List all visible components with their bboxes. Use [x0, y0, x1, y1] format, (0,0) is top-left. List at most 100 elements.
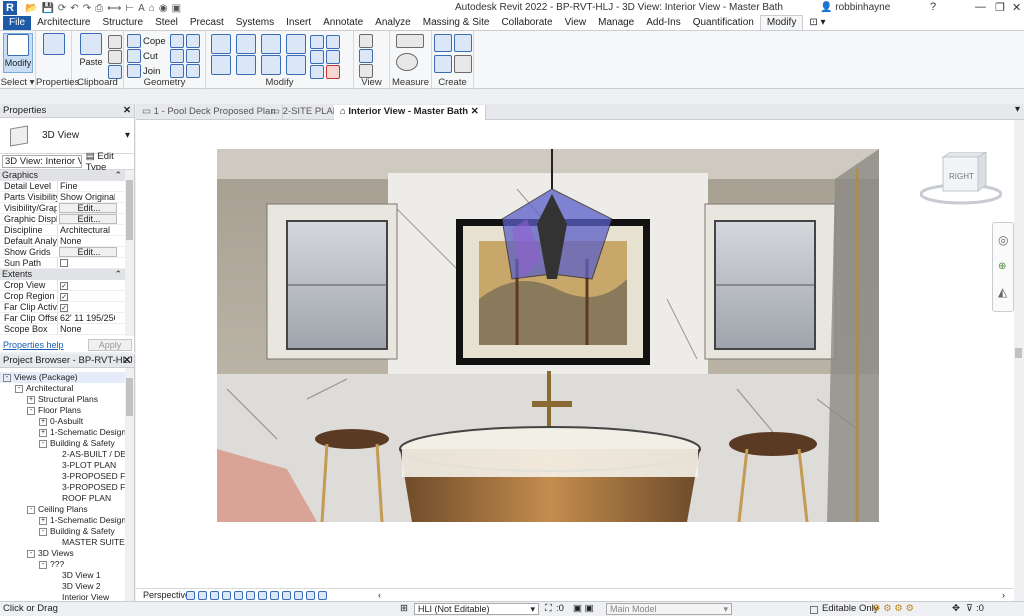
create-assembly-button[interactable] — [434, 34, 472, 52]
sync-icon[interactable]: ⟳ — [58, 3, 66, 14]
tree-node[interactable]: + Structural Plans — [0, 394, 125, 405]
tab-steel[interactable]: Steel — [149, 16, 184, 30]
tree-node[interactable]: - Building & Safety — [0, 438, 125, 449]
tabs-close-icon[interactable]: ▾ — [1015, 104, 1020, 115]
text-icon[interactable]: A — [138, 3, 145, 14]
measure-icon[interactable]: ⟷ — [107, 3, 121, 14]
tree-node[interactable]: 3-PLOT PLAN — [0, 460, 125, 471]
select-panel-label[interactable]: Select ▾ — [0, 77, 35, 88]
mirror-pick-button[interactable] — [261, 34, 281, 54]
tab-insert[interactable]: Insert — [280, 16, 317, 30]
editable-only-checkbox[interactable] — [810, 606, 818, 614]
help-icon[interactable]: ? — [930, 1, 936, 13]
viewcube-face[interactable]: RIGHT — [949, 172, 974, 181]
rendering-icon[interactable] — [222, 591, 231, 600]
cut-button[interactable]: Cut — [127, 49, 158, 63]
tree-node[interactable]: 3-PROPOSED FLO — [0, 471, 125, 482]
graphics-section[interactable]: Graphics ⌃ — [0, 170, 134, 181]
reveal-hidden-icon[interactable] — [282, 591, 291, 600]
properties-help-link[interactable]: Properties help — [0, 340, 64, 350]
split-button[interactable] — [310, 35, 340, 49]
design-option-dropdown[interactable]: Main Model ▾ — [606, 603, 732, 615]
steering-wheel-icon[interactable]: ◎ — [998, 233, 1008, 247]
tab-annotate[interactable]: Annotate — [317, 16, 369, 30]
collapse-icon[interactable]: - — [39, 439, 47, 448]
close-icon[interactable]: ✕ — [123, 354, 131, 368]
open-icon[interactable]: 📂 — [25, 3, 37, 14]
tree-node[interactable]: ROOF PLAN — [0, 493, 125, 504]
tab-precast[interactable]: Precast — [184, 16, 230, 30]
print-icon[interactable]: ⎙ — [95, 3, 103, 14]
align-button[interactable] — [211, 34, 231, 54]
crop-icon[interactable] — [234, 591, 243, 600]
copy-clip-button[interactable] — [108, 50, 122, 64]
rendered-3d-view[interactable] — [217, 149, 879, 522]
property-checkbox[interactable]: ✓ — [60, 282, 68, 290]
tab-analyze[interactable]: Analyze — [369, 16, 417, 30]
redo-icon[interactable]: ↷ — [83, 3, 91, 14]
linework-button[interactable] — [359, 64, 373, 78]
tab-systems[interactable]: Systems — [230, 16, 280, 30]
revit-logo[interactable]: R — [3, 1, 17, 15]
zoom-icon[interactable]: ⊕ — [998, 261, 1006, 272]
expand-icon[interactable]: + — [39, 428, 47, 437]
close-icon[interactable]: ✕ — [468, 106, 479, 117]
temp-hide-icon[interactable] — [270, 591, 279, 600]
tab-view[interactable]: View — [559, 16, 593, 30]
paste-button[interactable]: Paste — [76, 33, 106, 73]
undo-icon[interactable]: ↶ — [70, 3, 78, 14]
tree-node[interactable]: +1-Schematic Design — [0, 427, 125, 438]
tree-node[interactable]: 3D View 1 — [0, 570, 125, 581]
chevron-down-icon[interactable]: ▾ — [125, 130, 130, 141]
collapse-icon[interactable]: - — [39, 560, 47, 569]
mirror-draw-button[interactable] — [286, 34, 306, 54]
filter-icon[interactable]: ⊽ — [966, 602, 973, 616]
expand-icon[interactable]: + — [39, 417, 47, 426]
move-button[interactable] — [211, 55, 231, 75]
view-tab[interactable]: ⌂ Interior View - Master Bath ✕ — [334, 105, 486, 120]
property-checkbox[interactable]: ✓ — [60, 304, 68, 312]
tab-file[interactable]: File — [3, 16, 32, 30]
properties-button[interactable] — [39, 33, 69, 73]
property-value[interactable]: None — [57, 236, 115, 246]
property-value[interactable]: Fine — [57, 181, 115, 191]
user-account[interactable]: 👤 robbinhayne — [820, 2, 890, 13]
drag-elements-icon[interactable]: ✥ — [952, 602, 960, 616]
tree-node[interactable]: MASTER SUITE RCI — [0, 537, 125, 548]
sun-icon[interactable] — [198, 591, 207, 600]
close-hidden-icon[interactable]: ▣ — [172, 3, 181, 14]
property-edit-button[interactable]: Edit... — [59, 214, 117, 224]
offset-button[interactable] — [236, 34, 256, 54]
expand-icon[interactable]: + — [39, 516, 47, 525]
viewcube[interactable]: RIGHT — [919, 151, 1003, 207]
tree-node[interactable]: +1-Schematic Design — [0, 515, 125, 526]
collapse-icon[interactable]: - — [39, 527, 47, 536]
look-icon[interactable]: ◭ — [998, 285, 1007, 299]
tree-node[interactable]: - Floor Plans — [0, 405, 125, 416]
tab-add-ins[interactable]: Add-Ins — [640, 16, 686, 30]
property-value[interactable]: Show Original — [57, 192, 115, 202]
tree-node[interactable]: -??? — [0, 559, 125, 570]
create-group-button[interactable] — [434, 55, 472, 73]
tab-modify[interactable]: Modify — [759, 15, 804, 30]
property-edit-button[interactable]: Edit... — [59, 203, 117, 213]
tree-node[interactable]: +0-Asbuilt — [0, 416, 125, 427]
tree-node[interactable]: 3D View 2 — [0, 581, 125, 592]
property-edit-button[interactable]: Edit... — [59, 247, 117, 257]
section-icon[interactable]: ◉ — [159, 3, 168, 14]
paint-button[interactable] — [170, 49, 200, 63]
save-icon[interactable]: 💾 — [41, 3, 53, 14]
property-value[interactable]: Architectural — [57, 225, 115, 235]
join-button[interactable]: Join — [127, 64, 160, 78]
modify-button[interactable]: Modify — [3, 33, 33, 73]
highlight-icon[interactable] — [318, 591, 327, 600]
selection-options-icons[interactable]: ⚙ ⚙ ⚙ ⚙ — [872, 602, 914, 616]
collapse-icon[interactable]: - — [27, 549, 35, 558]
trim-button[interactable] — [286, 55, 306, 75]
expand-icon[interactable]: + — [27, 395, 35, 404]
view-tab[interactable]: ▭ 1 - Pool Deck Proposed Plan — [136, 105, 283, 120]
properties-scrollbar[interactable] — [125, 170, 134, 336]
dimension-icon[interactable]: ⊢ — [125, 3, 134, 14]
tab-structure[interactable]: Structure — [96, 16, 149, 30]
extents-section[interactable]: Extents ⌃ — [0, 269, 134, 280]
